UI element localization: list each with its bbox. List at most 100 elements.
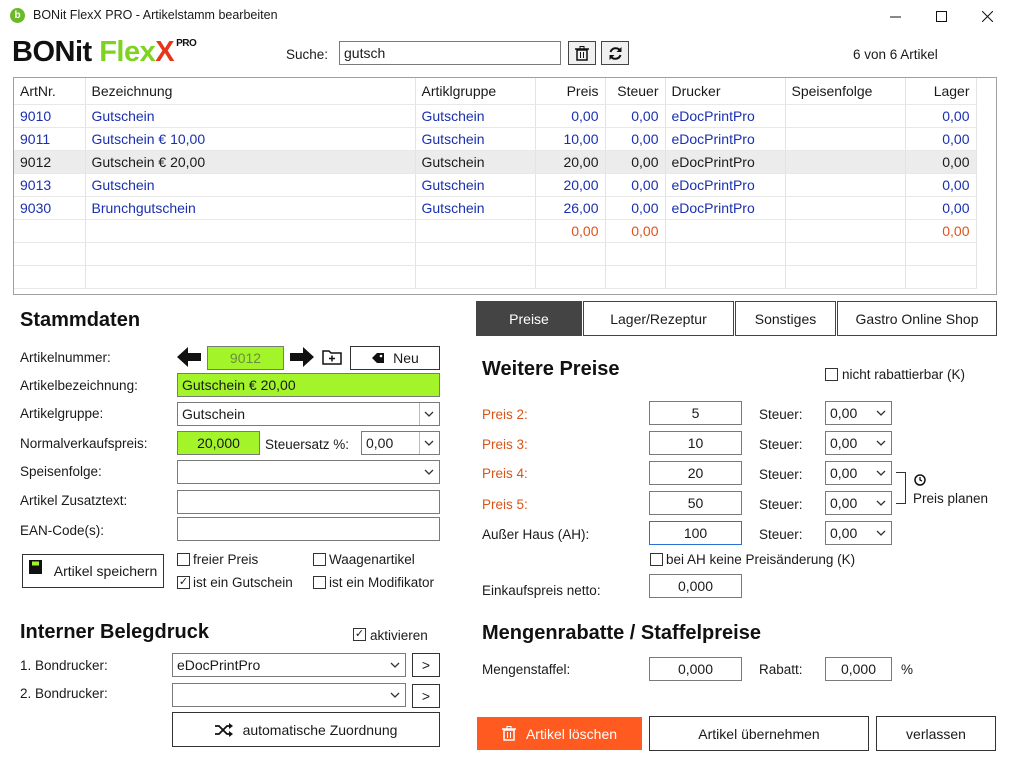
ausser-haus-input[interactable]: 100 xyxy=(649,521,742,545)
close-button[interactable] xyxy=(964,0,1010,32)
trash-icon xyxy=(575,45,589,61)
preis5-input[interactable]: 50 xyxy=(649,491,742,515)
mengenstaffel-input[interactable]: 0,000 xyxy=(649,657,742,681)
bondrucker1-label: 1. Bondrucker: xyxy=(20,658,108,673)
col-steuer[interactable]: Steuer xyxy=(605,78,666,105)
chevron-down-icon xyxy=(424,440,434,446)
ean-input[interactable] xyxy=(177,517,440,541)
preis4-steuer-select[interactable]: 0,00 xyxy=(825,461,892,485)
rabatt-label: Rabatt: xyxy=(759,662,803,677)
zusatztext-input[interactable] xyxy=(177,490,440,514)
next-article-button[interactable] xyxy=(290,347,314,370)
tab-gastro-online-shop[interactable]: Gastro Online Shop xyxy=(837,301,997,336)
bondrucker1-select[interactable]: eDocPrintPro xyxy=(172,653,406,677)
percent-sign: % xyxy=(901,662,914,677)
leave-button[interactable]: verlassen xyxy=(876,716,996,751)
gutschein-label: ist ein Gutschein xyxy=(193,575,293,590)
minimize-button[interactable] xyxy=(872,0,918,32)
freier-preis-checkbox[interactable] xyxy=(177,553,190,566)
steuersatz-label: Steuersatz %: xyxy=(265,437,350,452)
nicht-rabattierbar-checkbox[interactable] xyxy=(825,368,838,381)
preis5-steuer-select[interactable]: 0,00 xyxy=(825,491,892,515)
ean-label: EAN-Code(s): xyxy=(20,523,105,538)
chevron-down-icon xyxy=(424,411,434,417)
preis4-steuer-label: Steuer: xyxy=(759,467,803,482)
rabatt-input[interactable]: 0,000 xyxy=(825,657,892,681)
preis2-steuer-select[interactable]: 0,00 xyxy=(825,401,892,425)
result-count: 6 von 6 Artikel xyxy=(853,47,938,62)
table-row[interactable]: 9013 Gutschein Gutschein 20,00 0,00 eDocPrint… xyxy=(14,173,977,197)
speisenfolge-select[interactable] xyxy=(177,460,440,484)
vk-label: Normalverkaufspreis: xyxy=(20,436,148,451)
col-artnr[interactable]: ArtNr. xyxy=(14,78,86,105)
artnr-input[interactable]: 9012 xyxy=(207,346,284,370)
article-table[interactable]: ArtNr. Bezeichnung Artiklgruppe Preis St… xyxy=(13,77,997,295)
col-bezeichnung[interactable]: Bezeichnung xyxy=(85,78,416,105)
preis4-input[interactable]: 20 xyxy=(649,461,742,485)
tab-lager-rezeptur[interactable]: Lager/Rezeptur xyxy=(583,301,734,336)
gruppe-label: Artikelgruppe: xyxy=(20,406,104,421)
artnr-label: Artikelnummer: xyxy=(20,350,111,365)
aktivieren-label: aktivieren xyxy=(370,628,428,643)
bondrucker2-select[interactable] xyxy=(172,683,406,707)
waagenartikel-checkbox[interactable] xyxy=(313,553,326,566)
ausser-haus-steuer-select[interactable]: 0,00 xyxy=(825,521,892,545)
preis-planen-label[interactable]: Preis planen xyxy=(913,491,988,506)
belegdruck-title: Interner Belegdruck xyxy=(20,621,209,643)
ah-keine-aenderung-label: bei AH keine Preisänderung (K) xyxy=(666,552,856,567)
table-row-selected[interactable]: 9012 Gutschein € 20,00 Gutschein 20,00 0,00 e… xyxy=(14,150,977,174)
preis2-label: Preis 2: xyxy=(482,407,528,422)
refresh-button[interactable] xyxy=(601,41,629,65)
chevron-down-icon xyxy=(876,470,886,476)
steuersatz-select[interactable]: 0,00 xyxy=(361,431,440,455)
col-lager[interactable]: Lager xyxy=(905,78,977,105)
preis3-steuer-select[interactable]: 0,00 xyxy=(825,431,892,455)
einkaufspreis-label: Einkaufspreis netto: xyxy=(482,583,601,598)
apply-article-button[interactable]: Artikel übernehmen xyxy=(649,716,869,751)
new-folder-button[interactable] xyxy=(322,348,344,369)
zusatztext-label: Artikel Zusatztext: xyxy=(20,493,128,508)
table-row[interactable]: 9011 Gutschein € 10,00 Gutschein 10,00 0,00 e… xyxy=(14,127,977,151)
aktivieren-checkbox[interactable]: ✓ xyxy=(353,628,366,641)
arrow-right-icon xyxy=(290,347,314,367)
table-row[interactable]: 9030 Brunchgutschein Gutschein 26,00 0,00 eDo… xyxy=(14,196,977,220)
search-label: Suche: xyxy=(286,47,329,62)
delete-article-button[interactable]: Artikel löschen xyxy=(477,717,642,750)
table-row[interactable]: 9010 Gutschein Gutschein 0,00 0,00 eDocPrintP… xyxy=(14,104,977,128)
gutschein-checkbox[interactable]: ✓ xyxy=(177,576,190,589)
modifikator-checkbox[interactable] xyxy=(313,576,326,589)
trash-icon xyxy=(501,726,516,741)
waagenartikel-label: Waagenartikel xyxy=(329,552,415,567)
preis2-input[interactable]: 5 xyxy=(649,401,742,425)
bondrucker2-go-button[interactable]: > xyxy=(412,684,440,708)
auto-assign-button[interactable]: automatische Zuordnung xyxy=(172,712,440,747)
chevron-down-icon xyxy=(424,469,434,475)
clock-icon[interactable] xyxy=(914,473,926,489)
tab-sonstiges[interactable]: Sonstiges xyxy=(735,301,836,336)
arrow-left-icon xyxy=(177,347,201,367)
prev-article-button[interactable] xyxy=(177,347,201,370)
folder-plus-icon xyxy=(322,350,342,365)
ah-keine-aenderung-checkbox[interactable] xyxy=(650,553,663,566)
preis5-steuer-label: Steuer: xyxy=(759,497,803,512)
maximize-button[interactable] xyxy=(918,0,964,32)
new-article-button[interactable]: Neu xyxy=(350,346,440,370)
einkaufspreis-input[interactable]: 0,000 xyxy=(649,574,742,598)
search-input[interactable]: gutsch xyxy=(339,41,561,65)
vk-preis-input[interactable]: 20,000 xyxy=(177,431,260,455)
clear-search-button[interactable] xyxy=(568,41,596,65)
col-gruppe[interactable]: Artiklgruppe xyxy=(415,78,536,105)
freier-preis-label: freier Preis xyxy=(193,552,259,567)
col-speisenfolge[interactable]: Speisenfolge xyxy=(785,78,906,105)
shuffle-icon xyxy=(214,722,233,737)
gruppe-select[interactable]: Gutschein xyxy=(177,402,440,426)
modifikator-label: ist ein Modifikator xyxy=(329,575,435,590)
preis3-steuer-label: Steuer: xyxy=(759,437,803,452)
preis3-input[interactable]: 10 xyxy=(649,431,742,455)
bondrucker1-go-button[interactable]: > xyxy=(412,653,440,677)
bezeichnung-input[interactable]: Gutschein € 20,00 xyxy=(177,373,440,397)
col-preis[interactable]: Preis xyxy=(535,78,606,105)
col-drucker[interactable]: Drucker xyxy=(665,78,786,105)
save-article-button[interactable]: Artikel speichern xyxy=(22,554,164,588)
tab-preise[interactable]: Preise xyxy=(476,301,582,336)
